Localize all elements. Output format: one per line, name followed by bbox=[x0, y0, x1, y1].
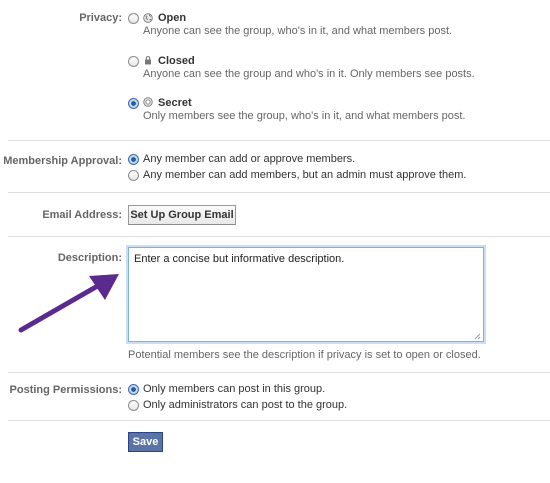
privacy-secret-title: Secret bbox=[158, 97, 192, 109]
membership-admin-approve-label: Any member can add members, but an admin… bbox=[143, 169, 467, 181]
posting-option-members[interactable]: Only members can post in this group. bbox=[128, 383, 488, 398]
posting-members-radio[interactable] bbox=[128, 384, 139, 395]
circle-icon bbox=[143, 97, 153, 107]
resize-grip-icon[interactable] bbox=[473, 331, 481, 340]
membership-option-any-approve[interactable]: Any member can add or approve members. bbox=[128, 153, 488, 168]
membership-approval-label: Membership Approval: bbox=[3, 155, 122, 167]
description-hint: Potential members see the description if… bbox=[128, 349, 481, 361]
posting-permissions-label: Posting Permissions: bbox=[9, 384, 122, 396]
privacy-secret-radio[interactable] bbox=[128, 98, 139, 109]
description-textarea[interactable]: Enter a concise but informative descript… bbox=[128, 247, 484, 342]
privacy-open-title: Open bbox=[158, 12, 187, 24]
divider bbox=[8, 420, 550, 421]
membership-any-approve-radio[interactable] bbox=[128, 154, 139, 165]
privacy-option-secret[interactable]: Secret Only members see the group, who's… bbox=[128, 95, 488, 123]
posting-option-admins[interactable]: Only administrators can post to the grou… bbox=[128, 399, 488, 414]
globe-icon bbox=[143, 13, 153, 23]
save-button[interactable]: Save bbox=[128, 432, 163, 452]
privacy-option-open[interactable]: Open Anyone can see the group, who's in … bbox=[128, 10, 488, 38]
posting-admins-label: Only administrators can post to the grou… bbox=[143, 399, 348, 411]
arrow-annotation-icon bbox=[18, 274, 119, 333]
privacy-option-closed[interactable]: Closed Anyone can see the group and who'… bbox=[128, 53, 488, 81]
membership-admin-approve-radio[interactable] bbox=[128, 170, 139, 181]
posting-members-label: Only members can post in this group. bbox=[143, 383, 326, 395]
privacy-secret-description: Only members see the group, who's in it,… bbox=[143, 110, 466, 122]
membership-option-admin-approve[interactable]: Any member can add members, but an admin… bbox=[128, 169, 488, 184]
set-up-group-email-button[interactable]: Set Up Group Email bbox=[128, 205, 236, 225]
divider bbox=[8, 236, 550, 237]
lock-icon bbox=[143, 55, 153, 65]
description-text: Enter a concise but informative descript… bbox=[134, 253, 345, 265]
privacy-closed-radio[interactable] bbox=[128, 56, 139, 67]
divider bbox=[8, 372, 550, 373]
privacy-open-radio[interactable] bbox=[128, 13, 139, 24]
divider bbox=[8, 192, 550, 193]
privacy-open-description: Anyone can see the group, who's in it, a… bbox=[143, 25, 453, 37]
description-label: Description: bbox=[57, 252, 122, 264]
email-address-label: Email Address: bbox=[42, 209, 122, 221]
divider bbox=[8, 140, 550, 141]
posting-admins-radio[interactable] bbox=[128, 400, 139, 411]
privacy-closed-title: Closed bbox=[158, 55, 195, 67]
membership-any-approve-label: Any member can add or approve members. bbox=[143, 153, 356, 165]
group-settings-form: Privacy: Open Anyone can see the group, … bbox=[0, 0, 550, 483]
privacy-label: Privacy: bbox=[79, 12, 122, 24]
privacy-closed-description: Anyone can see the group and who's in it… bbox=[143, 68, 475, 80]
